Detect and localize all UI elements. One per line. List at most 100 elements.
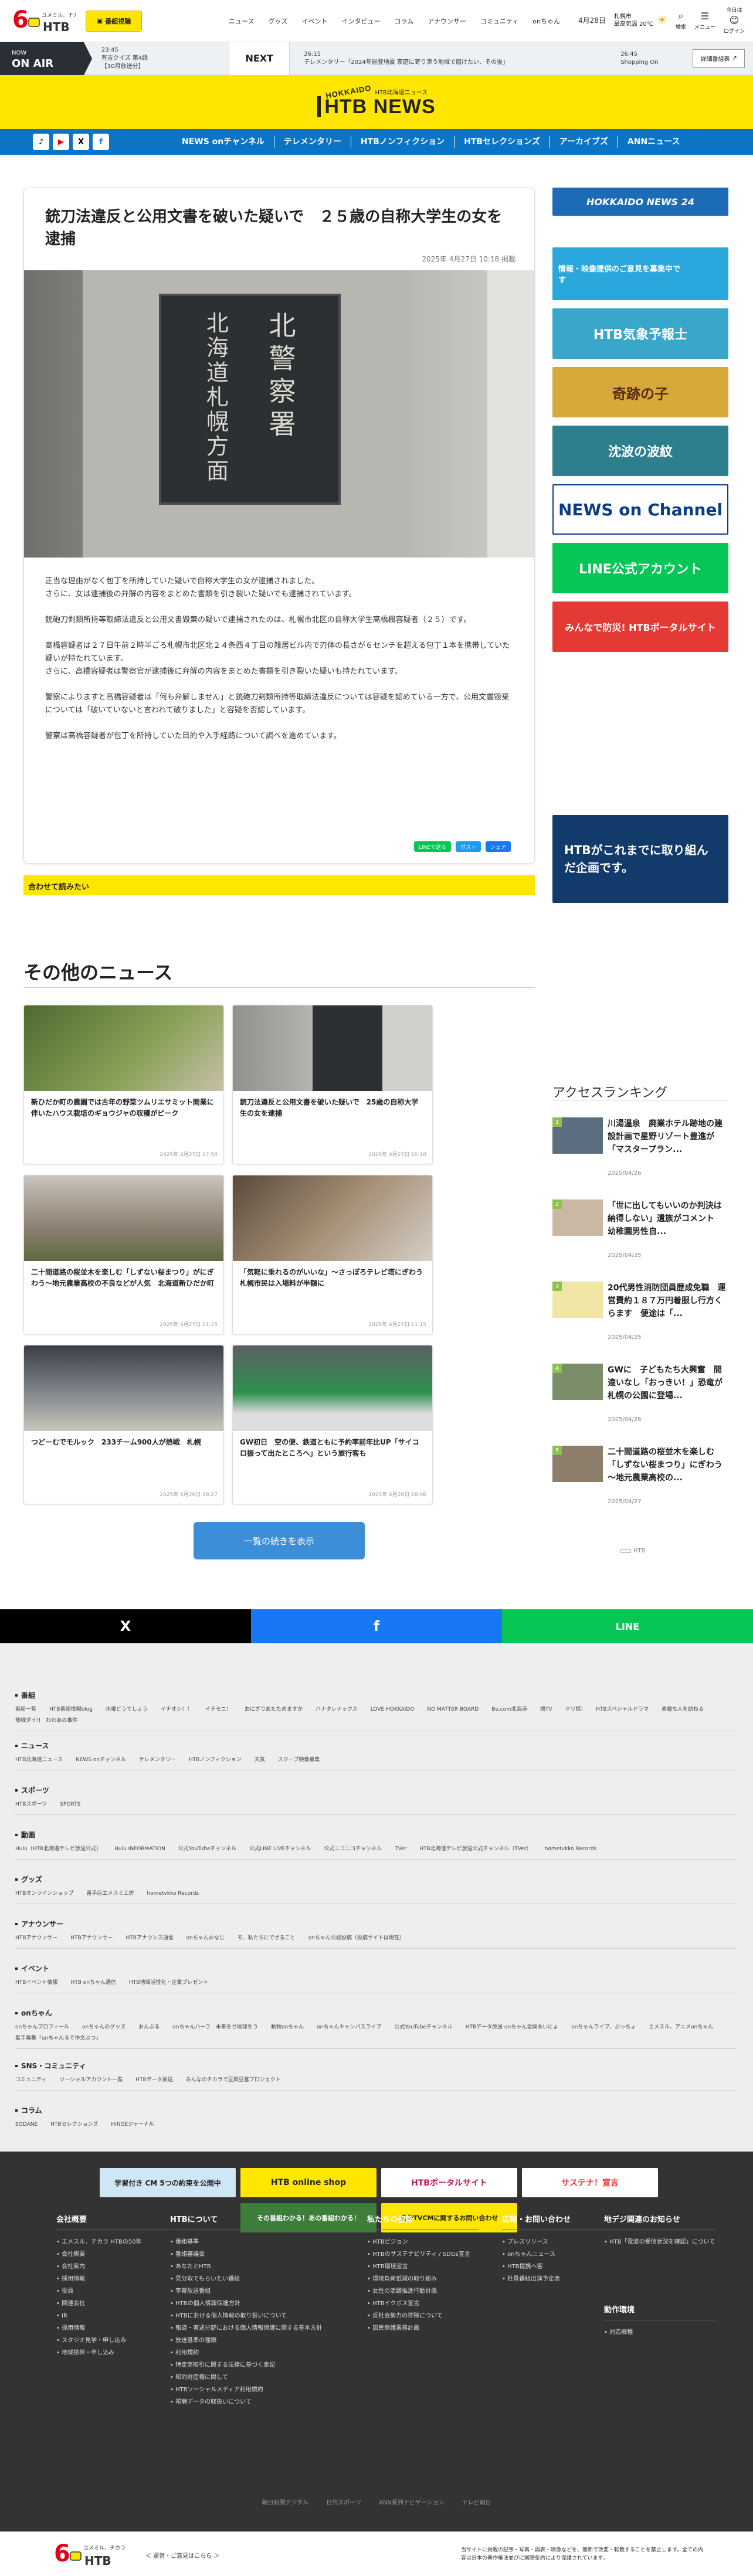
sitemap-link[interactable]: onちゃん公認投稿（投稿サイトは現在） xyxy=(308,1935,405,1942)
sitemap-link[interactable]: SPORTS xyxy=(60,1801,80,1809)
footer-link[interactable]: • 役員 xyxy=(56,2285,168,2298)
facebook-share-button[interactable]: シェア xyxy=(485,841,511,852)
footer-link[interactable]: • プレスリリース xyxy=(502,2236,613,2248)
footer-link[interactable]: • 字幕放送番組 xyxy=(170,2285,322,2298)
ranking-item[interactable]: 3 20代男性消防団員歴成免職 運営費約１８７万円着服し行方くらます 便途は「.… xyxy=(552,1282,728,1358)
footer-link[interactable]: • HTBイクボス宣言 xyxy=(367,2298,479,2310)
footer-banner-portal[interactable]: HTBポータルサイト xyxy=(381,2168,517,2197)
search-button[interactable]: ⌕ 検索 xyxy=(676,10,686,30)
program-guide-button[interactable]: 詳細番組表 ↗ xyxy=(693,49,745,68)
ranking-item[interactable]: 4 GWに 子どもたち大興奮 間違いなし「おっきい！」恐竜が札幌の公園に登場..… xyxy=(552,1364,728,1440)
side-banner-tips[interactable]: 情報・映像提供のご意見を募集中です xyxy=(552,247,728,300)
sitemap-link[interactable]: ドリ探! xyxy=(565,1706,584,1714)
footer-banner-cm[interactable]: 学習付き CM 5つの約束を公開中 xyxy=(100,2168,236,2197)
menu-button[interactable]: ☰ メニュー xyxy=(694,11,715,30)
sitemap-link[interactable]: エメスル、アニメonちゃん xyxy=(649,2024,713,2031)
footer-link[interactable]: • 採用情報 xyxy=(56,2322,168,2334)
footer-link[interactable]: • 国民保護業務計画 xyxy=(367,2322,479,2334)
sitemap-link[interactable]: 水曜どうでしょう xyxy=(106,1706,148,1714)
side-banner-line[interactable]: LINE公式アカウント xyxy=(552,543,728,593)
nav-column[interactable]: コラム xyxy=(394,16,413,26)
ranking-item[interactable]: 1 川湯温泉 廃業ホテル跡地の建設計画で星野リゾート豊進が「マスタープラン...… xyxy=(552,1117,728,1194)
footer-link[interactable]: • 報道・著述分野における個人情報保護に関する基本方針 xyxy=(170,2322,322,2334)
footer-link[interactable]: • 会社案内 xyxy=(56,2261,168,2273)
sitemap-link[interactable]: 番組一覧 xyxy=(15,1706,36,1714)
news-card[interactable]: 銃刀法違反と公用文書を破いた疑いで 25歳の自称大学生の女を逮捕 2025年 4… xyxy=(232,1005,433,1164)
footer-link[interactable]: 朝日新聞デジタル xyxy=(262,2497,308,2506)
side-banner-news24[interactable]: HOKKAIDO NEWS 24 xyxy=(552,188,728,216)
nav-selections[interactable]: HTBセレクションズ xyxy=(454,136,550,148)
sitemap-link[interactable]: SODANE xyxy=(15,2121,38,2129)
sitemap-link[interactable]: HTBアナウンス通信 xyxy=(126,1935,174,1942)
sitemap-link[interactable]: おんぷる xyxy=(138,2024,160,2031)
nav-archives[interactable]: アーカイブズ xyxy=(549,136,618,148)
later-program[interactable]: 26:45 Shopping On xyxy=(620,50,693,67)
x-share-button[interactable]: X xyxy=(0,1609,251,1643)
side-banner-bousai[interactable]: みんなで防災! HTBポータルサイト xyxy=(552,601,728,652)
footer-link[interactable]: • あなたとHTB xyxy=(170,2261,322,2273)
footer-link[interactable]: • HTB提携へ客 xyxy=(502,2261,613,2273)
sitemap-link[interactable]: 着手募集「onちゃんるで作文ぶつ」 xyxy=(15,2035,101,2043)
news-card[interactable]: つどーむでモルック 233チーム900人が熱戦 札幌 2025年 4月26日 1… xyxy=(23,1345,224,1504)
ranking-item[interactable]: 2 「世に出してもいいのか判決は納得しない」遺族がコメント 幼稚園男性自... … xyxy=(552,1199,728,1276)
footer-link[interactable]: • 特定商取引に関する法律に基づく表記 xyxy=(170,2359,322,2371)
nav-ann-news[interactable]: ANNニュース xyxy=(617,136,690,148)
footer-logo[interactable]: 6 ユメミル、チカラ HTB xyxy=(53,2538,129,2573)
sitemap-link[interactable]: コミュニティ xyxy=(15,2077,46,2084)
weather-widget[interactable]: 札幌市 最高気温 20℃ ☀ xyxy=(614,13,667,28)
footer-link[interactable]: • 女性の活躍推進行動計画 xyxy=(367,2285,479,2298)
sitemap-link[interactable]: ソーシャルアカウント一覧 xyxy=(59,2077,123,2084)
sitemap-link[interactable]: 鳩TV xyxy=(540,1706,552,1714)
sitemap-link[interactable]: HTBセレクションズ xyxy=(50,2121,98,2129)
footer-link[interactable]: • onちゃんニュース xyxy=(502,2248,613,2261)
footer-link[interactable]: • 利用規約 xyxy=(170,2347,322,2359)
sitemap-link[interactable]: onちゃんのグッズ xyxy=(82,2024,126,2031)
footer-link[interactable]: 日刊スポーツ xyxy=(326,2497,361,2506)
program-view-button[interactable]: ▣ 番組視聴 xyxy=(86,10,142,32)
sitemap-link[interactable]: 動物onちゃん xyxy=(271,2024,304,2031)
footer-link[interactable]: • HTBにおける個人情報の取り扱いについて xyxy=(170,2310,322,2322)
footer-link[interactable]: • IR xyxy=(56,2310,168,2322)
footer-link[interactable]: • HTB「電波の受信状況を確認」について xyxy=(604,2236,715,2248)
sitemap-link[interactable]: NEWS onチャンネル xyxy=(76,1756,126,1764)
sitemap-link[interactable]: HTBアナウンサー xyxy=(15,1935,57,1942)
nav-news[interactable]: ニュース xyxy=(229,16,254,26)
htb-logo[interactable]: 6 ユメミル、チカラ HTB xyxy=(8,4,79,39)
sitemap-link[interactable]: HTB onちゃん通信 xyxy=(70,1979,116,1987)
sitemap-link[interactable]: 公式LINE LIVEチャンネル xyxy=(249,1846,311,1853)
sitemap-link[interactable]: 素敵な人を訪ねる xyxy=(662,1706,704,1714)
sitemap-link[interactable]: 熱戦ダイ!! わわあの事件 xyxy=(15,1717,77,1725)
side-promo-banner[interactable]: HTBがこれまでに取り組んだ企画です。 xyxy=(552,815,728,903)
sitemap-link[interactable]: Hulu INFORMATION xyxy=(114,1846,165,1853)
footer-link[interactable]: テレビ朝日 xyxy=(462,2497,491,2506)
sitemap-link[interactable]: HTBオンラインショップ xyxy=(15,1890,73,1898)
footer-link[interactable]: • 社員番組出演予定表 xyxy=(502,2273,613,2285)
footer-banner-shop[interactable]: HTB online shop xyxy=(240,2168,376,2197)
sitemap-link[interactable]: 公式YouTubeチャンネル xyxy=(394,2024,452,2031)
line-share-bar-button[interactable]: LINE xyxy=(502,1609,753,1643)
footer-link[interactable]: • HTBの個人情報保護方針 xyxy=(170,2298,322,2310)
sitemap-link[interactable]: モ、私たちにできること xyxy=(238,1935,296,1942)
sitemap-link[interactable]: onちゃんライブ、ぶっちょ xyxy=(571,2024,636,2031)
sitemap-link[interactable]: NO MATTER BOARD xyxy=(427,1706,479,1714)
footer-link[interactable]: ANN系列ナビゲーション xyxy=(379,2497,445,2506)
footer-link[interactable]: • 番組審議会 xyxy=(170,2248,322,2261)
news-card[interactable]: 「気軽に乗れるのがいいな」～さっぽろテレビ塔にぎわう 札幌市民は入場料が半額に … xyxy=(232,1175,433,1334)
next-program[interactable]: 26:15 テレメンタリー「2024年能登地震 家庭に寄り添う地域で届けたい、そ… xyxy=(304,50,609,67)
tiktok-icon[interactable]: ♪ xyxy=(33,134,49,150)
sitemap-link[interactable]: TVer xyxy=(395,1846,406,1853)
footer-link[interactable]: • 採用情報 xyxy=(56,2273,168,2285)
footer-link[interactable]: • 会社概要 xyxy=(56,2248,168,2261)
news-card[interactable]: 新ひだか町の農園では古年の野菜ツムリエサミット開業に伴いたハウス栽培のギョウジャ… xyxy=(23,1005,224,1164)
footer-link[interactable]: • 環境負荷低減の取り組み xyxy=(367,2273,479,2285)
ranking-item[interactable]: 5 二十間道路の桜並木を楽しむ「しずない桜まつり」にぎわう～地元農業高校の...… xyxy=(552,1446,728,1522)
nav-goods[interactable]: グッズ xyxy=(268,16,287,26)
footer-link[interactable]: • 見分取でもらいたい番組 xyxy=(170,2273,322,2285)
side-banner-news-on-channel[interactable]: NEWS on Channel xyxy=(552,484,728,535)
htb-news-logo[interactable]: HOKKAIDO HTB北海道ニュース HTB NEWS xyxy=(317,83,435,117)
sitemap-link[interactable]: ハナタレナックス xyxy=(316,1706,358,1714)
sitemap-link[interactable]: 番手店エメスミ工房 xyxy=(86,1890,134,1898)
sitemap-link[interactable]: HTB地域活性化・企業プレゼント xyxy=(129,1979,208,1987)
footer-link[interactable]: • 番組基準 xyxy=(170,2236,322,2248)
side-banner-waves[interactable]: 沈波の波紋 xyxy=(552,426,728,476)
